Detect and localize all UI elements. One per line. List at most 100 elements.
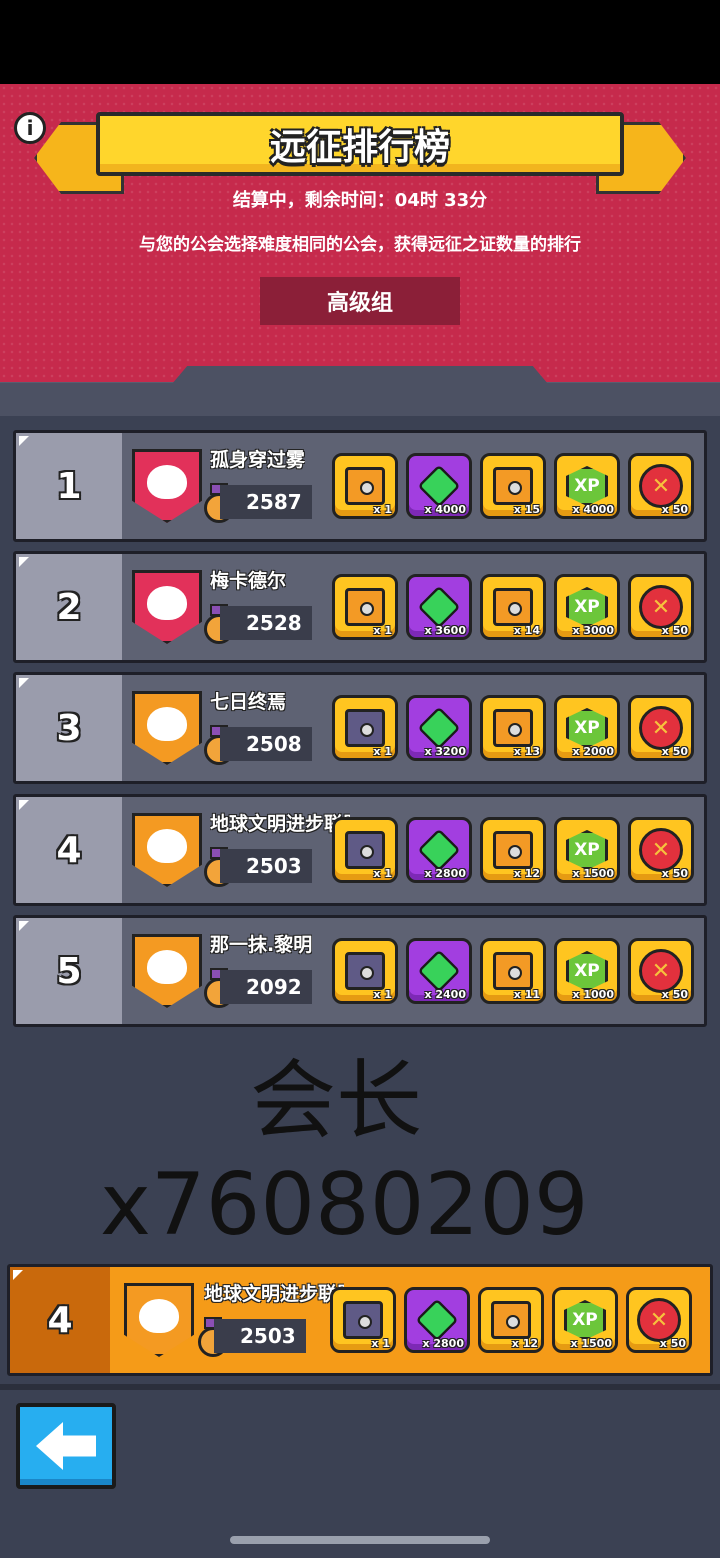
gem-icon: [417, 828, 461, 872]
orange-chest-icon: [493, 709, 533, 747]
title-banner: 远征排行榜: [96, 112, 624, 176]
guild-badge-icon: [124, 1283, 194, 1357]
footer-divider: [0, 1384, 720, 1390]
reward-dark-chest: x 1: [332, 817, 398, 883]
gold-chest-icon: [345, 467, 385, 505]
reward-gold-chest: x 1: [332, 574, 398, 640]
rank-number: 3: [56, 707, 82, 749]
rank-number: 2: [56, 586, 82, 628]
guild-name: 梅卡德尔: [210, 570, 287, 592]
dark-chest-icon: [345, 831, 385, 869]
token-icon: ✕: [639, 949, 683, 993]
leaderboard-description: 与您的公会选择难度相同的公会，获得远征之证数量的排行: [139, 235, 581, 255]
rank-box: 3: [16, 675, 122, 781]
reward-orange-chest: x 15: [480, 453, 546, 519]
back-button[interactable]: [16, 1403, 116, 1489]
reward-token: ✕ x 50: [628, 453, 694, 519]
rank-number: 5: [56, 950, 82, 992]
guild-badge-icon: [132, 449, 202, 523]
table-row[interactable]: 3 七日终焉 2508 x 1x 3200 x 13 XP x 2000 ✕ x 50: [13, 672, 707, 784]
reward-gold-chest: x 1: [332, 453, 398, 519]
reward-orange-chest: x 13: [480, 695, 546, 761]
gem-icon: [415, 1298, 459, 1342]
status-bar: [0, 0, 720, 84]
guild-score: 2508: [220, 727, 312, 761]
reward-dark-chest: x 1: [332, 938, 398, 1004]
rank-number: 1: [56, 465, 82, 507]
guild-badge-icon: [132, 691, 202, 765]
dark-chest-icon: [345, 952, 385, 990]
guild-score: 2528: [220, 606, 312, 640]
reward-gem: x 2800: [404, 1287, 470, 1353]
rank-number: 4: [56, 829, 82, 871]
my-guild-name: 地球文明进步联盟: [204, 1283, 344, 1305]
xp-icon: XP: [566, 951, 608, 991]
rank-box: 2: [16, 554, 122, 660]
rank-box: 4: [16, 797, 122, 903]
reward-xp: XP x 4000: [554, 453, 620, 519]
guild-score: 2503: [220, 849, 312, 883]
reward-orange-chest: x 12: [478, 1287, 544, 1353]
guild-name: 地球文明进步联盟: [210, 813, 350, 835]
reward-orange-chest: x 14: [480, 574, 546, 640]
orange-chest-icon: [493, 831, 533, 869]
xp-icon: XP: [566, 466, 608, 506]
orange-chest-icon: [493, 467, 533, 505]
guild-name: 孤身穿过雾: [210, 449, 306, 471]
table-row[interactable]: 5 那一抹.黎明 2092 x 1x 2400 x 11 XP x 1000 ✕ x 50: [13, 915, 707, 1027]
token-icon: ✕: [639, 585, 683, 629]
reward-orange-chest: x 12: [480, 817, 546, 883]
orange-chest-icon: [493, 588, 533, 626]
info-button[interactable]: i: [14, 112, 46, 144]
reward-dark-chest: x 1: [332, 695, 398, 761]
xp-icon: XP: [564, 1300, 606, 1340]
orange-chest-icon: [491, 1301, 531, 1339]
watermark-title: 会长: [250, 1051, 422, 1151]
reward-token: ✕ x 50: [628, 695, 694, 761]
my-rank-number: 4: [47, 1299, 73, 1341]
orange-chest-icon: [493, 952, 533, 990]
reward-xp: XP x 1000: [554, 938, 620, 1004]
xp-icon: XP: [566, 587, 608, 627]
gem-icon: [417, 585, 461, 629]
reward-xp: XP x 1500: [552, 1287, 618, 1353]
table-row[interactable]: 4 地球文明进步联盟 2503 x 1x 2800 x 12 XP x 1500 ✕ x …: [13, 794, 707, 906]
page-title: 远征排行榜: [269, 127, 450, 168]
reward-token: ✕ x 50: [626, 1287, 692, 1353]
reward-gem: x 2800: [406, 817, 472, 883]
reward-dark-chest: x 1: [330, 1287, 396, 1353]
guild-badge-icon: [132, 570, 202, 644]
reward-token: ✕ x 50: [628, 574, 694, 640]
token-icon: ✕: [639, 828, 683, 872]
rank-box: 1: [16, 433, 122, 539]
gem-icon: [417, 464, 461, 508]
dark-chest-icon: [343, 1301, 383, 1339]
info-icon: i: [26, 116, 34, 140]
back-arrow-icon: [36, 1422, 96, 1470]
home-indicator[interactable]: [230, 1536, 490, 1544]
reward-xp: XP x 1500: [554, 817, 620, 883]
xp-icon: XP: [566, 708, 608, 748]
reward-xp: XP x 2000: [554, 695, 620, 761]
table-row[interactable]: 2 梅卡德尔 2528 x 1x 3600 x 14 XP x 3000 ✕ x 50: [13, 551, 707, 663]
watermark-id: x76080209: [100, 1155, 589, 1255]
settlement-timer: 结算中，剩余时间：04时 33分: [232, 190, 488, 211]
gem-icon: [417, 706, 461, 750]
guild-name: 那一抹.黎明: [210, 934, 313, 956]
guild-score: 2587: [220, 485, 312, 519]
rank-box: 5: [16, 918, 122, 1024]
my-guild-row: 4 地球文明进步联盟 2503 x 1 x 2800 x 12 XP x 1500…: [7, 1264, 713, 1376]
my-rank-box: 4: [10, 1267, 110, 1373]
my-guild-score: 2503: [214, 1319, 306, 1353]
gold-chest-icon: [345, 588, 385, 626]
guild-badge-icon: [132, 813, 202, 887]
table-row[interactable]: 1 孤身穿过雾 2587 x 1x 4000 x 15 XP x 4000 ✕ x 50: [13, 430, 707, 542]
reward-orange-chest: x 11: [480, 938, 546, 1004]
token-icon: ✕: [637, 1298, 681, 1342]
reward-gem: x 3200: [406, 695, 472, 761]
dark-chest-icon: [345, 709, 385, 747]
reward-xp: XP x 3000: [554, 574, 620, 640]
group-tag: 高级组: [260, 277, 460, 325]
reward-token: ✕ x 50: [628, 938, 694, 1004]
xp-icon: XP: [566, 830, 608, 870]
